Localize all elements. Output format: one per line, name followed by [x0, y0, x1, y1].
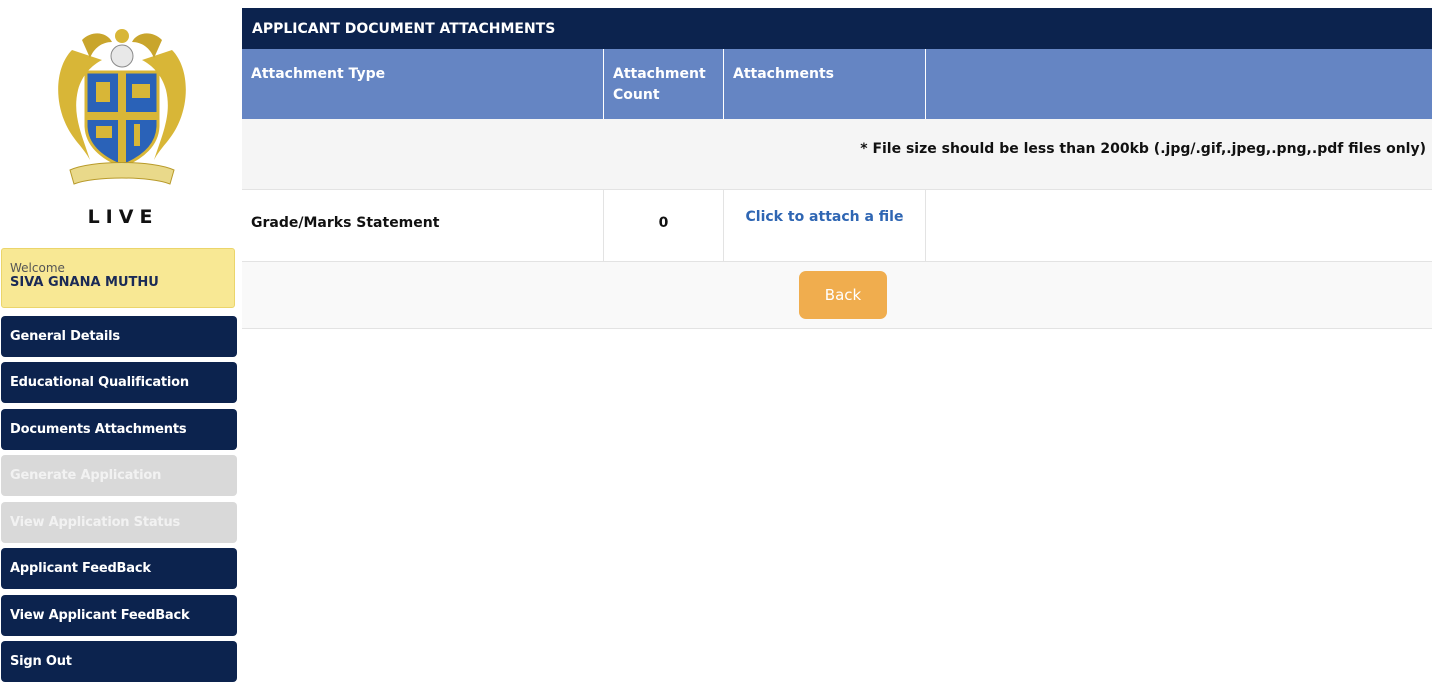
welcome-box: Welcome SIVA GNANA MUTHU [1, 248, 235, 308]
column-header-empty [925, 49, 1432, 119]
sidebar-item-educational-qualification[interactable]: Educational Qualification [1, 362, 237, 403]
column-header-attachment-type: Attachment Type [251, 66, 386, 82]
attachment-type-cell: Grade/Marks Statement [251, 215, 440, 231]
actions-row: Back [242, 262, 1432, 329]
attach-file-link[interactable]: Click to attach a file [746, 209, 904, 225]
welcome-user-name: SIVA GNANA MUTHU [10, 275, 159, 290]
file-size-note: * File size should be less than 200kb (.… [860, 141, 1426, 157]
sidebar-item-applicant-feedback[interactable]: Applicant FeedBack [1, 548, 237, 589]
sidebar-item-documents-attachments[interactable]: Documents Attachments [1, 409, 237, 450]
column-header-attachment-count: Attachment Count [603, 49, 723, 119]
column-header-attachments: Attachments [723, 49, 925, 119]
sidebar-item-generate-application: Generate Application [1, 455, 237, 496]
brand-label: LIVE [87, 206, 159, 228]
attachment-count-cell: 0 [603, 190, 723, 261]
welcome-greeting: Welcome [10, 261, 65, 275]
empty-cell [925, 190, 1432, 261]
back-button[interactable]: Back [799, 271, 887, 319]
sidebar-item-view-applicant-feedback[interactable]: View Applicant FeedBack [1, 595, 237, 636]
file-size-note-row: * File size should be less than 200kb (.… [242, 119, 1432, 190]
table-row: Grade/Marks Statement 0 Click to attach … [242, 190, 1432, 262]
sidebar: LIVE Welcome SIVA GNANA MUTHU General De… [0, 0, 238, 682]
sidebar-item-view-application-status: View Application Status [1, 502, 237, 543]
attachments-cell: Click to attach a file [723, 190, 925, 261]
panel-title: APPLICANT DOCUMENT ATTACHMENTS [242, 8, 1432, 49]
table-header: Attachment Type Attachment Count Attachm… [242, 49, 1432, 119]
sidebar-item-sign-out[interactable]: Sign Out [1, 641, 237, 682]
column-header-count-line2: Count [613, 87, 660, 103]
college-crest-logo [58, 29, 186, 185]
column-header-count-line1: Attachment [613, 66, 706, 82]
sidebar-item-general-details[interactable]: General Details [1, 316, 237, 357]
